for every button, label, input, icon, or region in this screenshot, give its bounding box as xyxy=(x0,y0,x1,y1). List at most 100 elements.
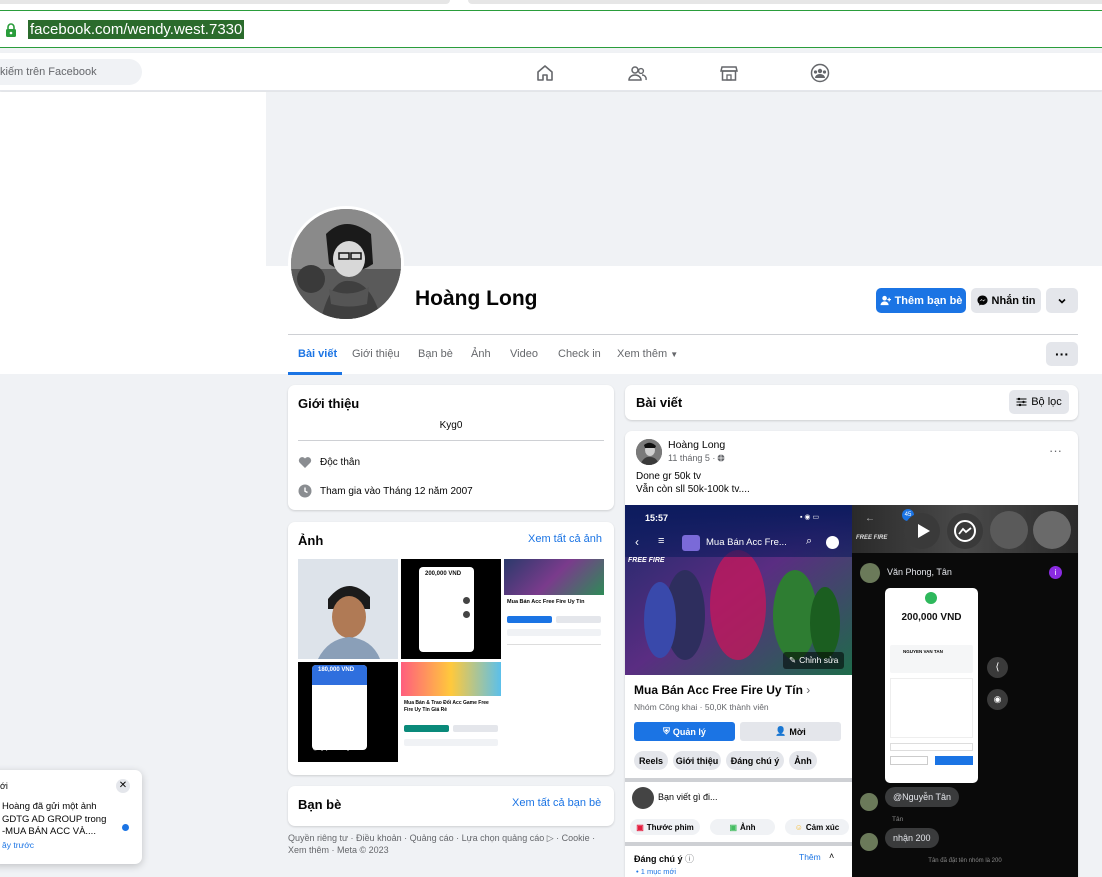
relationship-text: Độc thân xyxy=(320,457,361,468)
friends-icon[interactable] xyxy=(627,63,647,83)
photo-thumb[interactable]: 180,000 VND @Nguyễn Trường xyxy=(298,662,398,762)
share-icon: ⟨ xyxy=(987,657,1008,678)
featured-more: Thêm xyxy=(799,852,821,862)
post-image-chat-screenshot[interactable]: ← 45 FREE FIRE Văn Phong, Tân i 200,000 … xyxy=(852,505,1078,877)
receipt-recipient: NGUYEN VAN TAN xyxy=(903,649,943,654)
photo-label: Ảnh xyxy=(740,822,756,832)
photo-thumb[interactable] xyxy=(298,559,398,659)
photos-card: Ảnh Xem tất cả ảnh 200,000 VND Mua Bán A… xyxy=(288,522,614,775)
group-name-small: Mua Bán Acc Fre... xyxy=(706,537,787,548)
profile-avatar[interactable] xyxy=(288,206,404,322)
friends-title: Bạn bè xyxy=(298,797,342,812)
close-icon[interactable]: ✕ xyxy=(116,779,130,793)
photo-thumb[interactable]: Mua Bán Acc Free Fire Uy Tín xyxy=(504,559,604,659)
intro-bio: Kyg0 xyxy=(439,420,463,431)
tab-video[interactable]: Video xyxy=(510,348,538,360)
notification-time: ây trước xyxy=(2,839,35,850)
play-icon xyxy=(918,524,930,538)
post-options-icon[interactable]: ··· xyxy=(1049,443,1062,458)
filter-button[interactable]: Bộ lọc xyxy=(1009,390,1069,414)
marketplace-icon[interactable] xyxy=(719,63,739,83)
more-options-button[interactable] xyxy=(1046,288,1078,313)
post-image-group-screenshot[interactable]: 15:57 ▪ ◉ ▭ ‹ ≡ Mua Bán Acc Fre... ⌕ FRE… xyxy=(625,505,852,877)
back-arrow-icon: ‹ xyxy=(635,535,639,549)
friends-card: Bạn bè Xem tất cả bạn bè xyxy=(288,786,614,826)
tab-more[interactable]: Xem thêm ▼ xyxy=(617,348,678,360)
thumb-signature: @Nguyễn Trường xyxy=(313,746,350,751)
chat-name: Văn Phong, Tân xyxy=(887,567,952,577)
thumb-pills xyxy=(404,739,498,746)
receipt-details xyxy=(890,678,973,738)
tab-posts[interactable]: Bài viết xyxy=(298,348,337,360)
receipt-amount: 200,000 VND xyxy=(901,612,962,623)
search-input[interactable]: kiếm trên Facebook xyxy=(0,59,142,85)
add-friend-button[interactable]: Thêm bạn bè xyxy=(876,288,966,313)
post-author[interactable]: Hoàng Long xyxy=(668,439,725,451)
check-icon xyxy=(925,592,937,604)
home-icon[interactable] xyxy=(535,63,555,83)
intro-title: Giới thiệu xyxy=(298,396,360,411)
intro-relationship: Độc thân xyxy=(298,456,360,469)
tab-about[interactable]: Giới thiệu xyxy=(352,348,400,360)
section-divider xyxy=(625,842,852,846)
shield-small-icon: ⛨ xyxy=(663,726,670,736)
browser-tab[interactable] xyxy=(468,0,1102,4)
info-icon: ⓘ xyxy=(685,854,695,864)
thumb-pills xyxy=(507,629,601,636)
left-blank-area xyxy=(0,92,266,374)
groups-icon[interactable] xyxy=(810,63,830,83)
thumb-amount: 200,000 VND xyxy=(425,571,462,577)
reel-chip: ▣ Thước phim xyxy=(630,819,700,835)
unread-dot xyxy=(122,824,129,831)
story-thumb xyxy=(1033,511,1071,549)
thumb-invite-button xyxy=(556,616,601,623)
sender-name: Tân xyxy=(892,816,904,823)
message-button[interactable]: Nhắn tin xyxy=(971,288,1041,313)
invite-button: 👤 Mời xyxy=(740,722,841,741)
group-pill: Đáng chú ý xyxy=(726,751,784,770)
featured-heading: Đáng chú ý ⓘ xyxy=(634,852,694,865)
post-line-2: Vẫn còn sll 50k-100k tv.... xyxy=(636,484,750,495)
tabs-more-button[interactable]: ··· xyxy=(1046,342,1078,366)
chat-avatar xyxy=(860,563,880,583)
url-text[interactable]: facebook.com/wendy.west.7330 xyxy=(28,20,245,39)
tab-friends[interactable]: Bạn bè xyxy=(418,348,453,360)
see-all-friends-link[interactable]: Xem tất cả bạn bè xyxy=(512,797,601,809)
intro-divider xyxy=(298,440,604,441)
photo-thumb[interactable]: 200,000 VND xyxy=(401,559,501,659)
person-plus-icon: 👤 xyxy=(775,726,787,736)
search-icon: ⌕ xyxy=(806,535,813,547)
avatar-image xyxy=(636,439,662,465)
clock-icon xyxy=(298,484,312,498)
see-all-photos-link[interactable]: Xem tất cả ảnh xyxy=(528,533,602,545)
back-arrow-icon: ← xyxy=(865,513,875,524)
photo-thumb[interactable]: Mua Bán & Trao Đổi Acc Game Free Fire Uy… xyxy=(401,662,501,762)
edit-cover-button: ✎ Chỉnh sửa xyxy=(783,652,845,669)
tab-checkin[interactable]: Check in xyxy=(558,348,601,360)
section-divider xyxy=(625,778,852,782)
avatar-image xyxy=(291,209,401,319)
pencil-icon: ✎ xyxy=(789,655,797,665)
posts-title: Bài viết xyxy=(636,395,683,410)
address-bar[interactable]: facebook.com/wendy.west.7330 xyxy=(0,10,1102,48)
tab-photos[interactable]: Ảnh xyxy=(471,348,491,360)
phone-status-icons: ▪ ◉ ▭ xyxy=(800,514,820,521)
reel-icon: ▣ xyxy=(636,822,644,832)
intro-joined: Tham gia vào Tháng 12 năm 2007 xyxy=(298,484,473,498)
post-time[interactable]: 11 tháng 5 · xyxy=(668,453,715,463)
thumb-divider xyxy=(507,644,601,645)
notification-toast[interactable]: ới ✕ Hoàng đã gửi một ảnh GDTG AD GROUP … xyxy=(0,770,142,864)
chevron-up-icon: ˄ xyxy=(829,851,835,861)
phone-time: 15:57 xyxy=(645,513,669,523)
footer-links[interactable]: Quyền riêng tư · Điều khoản · Quảng cáo … xyxy=(288,832,608,856)
profile-divider xyxy=(288,334,1078,335)
info-icon: i xyxy=(1049,566,1062,579)
chat-system-note: Tân đã đặt tên nhóm là 200 xyxy=(928,858,1002,864)
notification-line: GDTG AD GROUP trong xyxy=(2,813,107,825)
posts-header-card: Bài viết Bộ lọc xyxy=(625,385,1078,420)
brand-logo-text: FREE FIRE xyxy=(856,535,888,541)
post-author-avatar[interactable] xyxy=(636,439,662,465)
group-cover-image xyxy=(401,662,501,696)
signature-bubble: @Nguyễn Tân xyxy=(885,787,960,807)
browser-tab[interactable] xyxy=(0,0,450,4)
